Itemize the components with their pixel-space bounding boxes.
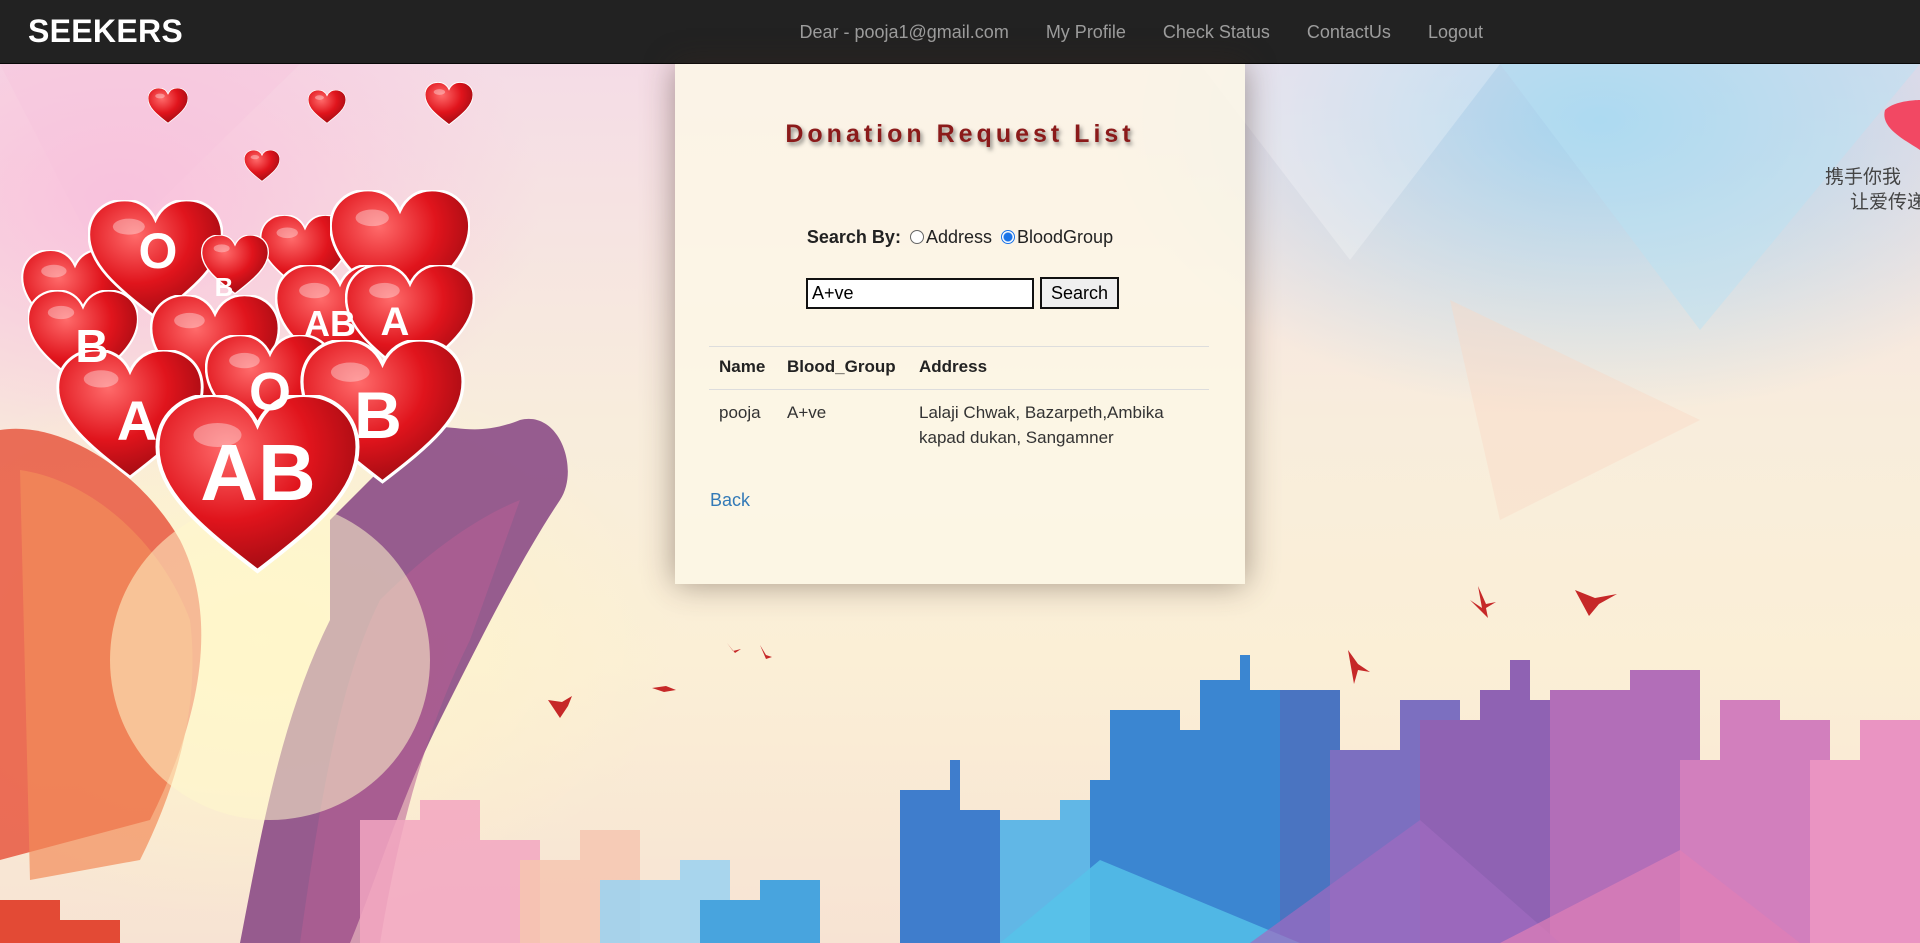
heart-label: AB bbox=[304, 303, 356, 344]
search-by-group: Search By: Address BloodGroup bbox=[675, 227, 1245, 248]
nav-links: Dear - pooja1@gmail.com My Profile Check… bbox=[799, 0, 1483, 64]
top-navbar: SEEKERS Dear - pooja1@gmail.com My Profi… bbox=[0, 0, 1920, 64]
heart-partial bbox=[1884, 100, 1920, 150]
cell-name: pooja bbox=[719, 403, 761, 422]
search-button[interactable]: Search bbox=[1040, 277, 1120, 309]
heart-label: A bbox=[381, 300, 410, 344]
heart-label: O bbox=[249, 362, 291, 422]
cell-blood-group: A+ve bbox=[787, 403, 827, 422]
banner-text-line1: 携手你我 bbox=[1825, 166, 1901, 188]
heart-label: B bbox=[75, 320, 108, 372]
banner-text-line2: 让爱传递 bbox=[1850, 191, 1920, 213]
search-by-label: Search By: bbox=[806, 227, 901, 247]
column-header-address: Address bbox=[909, 346, 1209, 390]
donation-request-panel: Donation Request List Search By: Address… bbox=[675, 64, 1245, 584]
radio-bloodgroup-label[interactable]: BloodGroup bbox=[1017, 227, 1113, 247]
column-header-blood-group: Blood_Group bbox=[777, 346, 909, 390]
cell-address: Lalaji Chwak, Bazarpeth,Ambika kapad duk… bbox=[919, 403, 1164, 447]
radio-address[interactable] bbox=[909, 230, 924, 244]
heart-label: AB bbox=[200, 428, 316, 517]
results-table: Name Blood_Group Address pooja A+ve Lala… bbox=[709, 346, 1209, 460]
nav-contact-us[interactable]: ContactUs bbox=[1307, 22, 1391, 43]
heart-label: B bbox=[215, 272, 234, 302]
nav-my-profile[interactable]: My Profile bbox=[1046, 22, 1126, 43]
brand-logo[interactable]: SEEKERS bbox=[28, 13, 183, 50]
table-header-row: Name Blood_Group Address bbox=[709, 346, 1209, 390]
column-header-name: Name bbox=[709, 346, 777, 390]
heart-label: B bbox=[354, 378, 402, 452]
heart-label: O bbox=[139, 223, 178, 279]
heart-label: A bbox=[117, 389, 157, 452]
radio-bloodgroup[interactable] bbox=[1001, 230, 1016, 244]
back-link[interactable]: Back bbox=[710, 490, 750, 511]
search-input[interactable]: A+ve bbox=[806, 277, 1034, 309]
nav-logout[interactable]: Logout bbox=[1428, 22, 1483, 43]
table-row: pooja A+ve Lalaji Chwak, Bazarpeth,Ambik… bbox=[709, 390, 1209, 461]
birds bbox=[548, 586, 1617, 718]
nav-check-status[interactable]: Check Status bbox=[1163, 22, 1270, 43]
page-title: Donation Request List bbox=[785, 120, 1135, 148]
search-row: A+ve Search bbox=[806, 277, 1120, 309]
user-greeting-link[interactable]: Dear - pooja1@gmail.com bbox=[799, 22, 1008, 43]
radio-address-label[interactable]: Address bbox=[926, 227, 992, 247]
